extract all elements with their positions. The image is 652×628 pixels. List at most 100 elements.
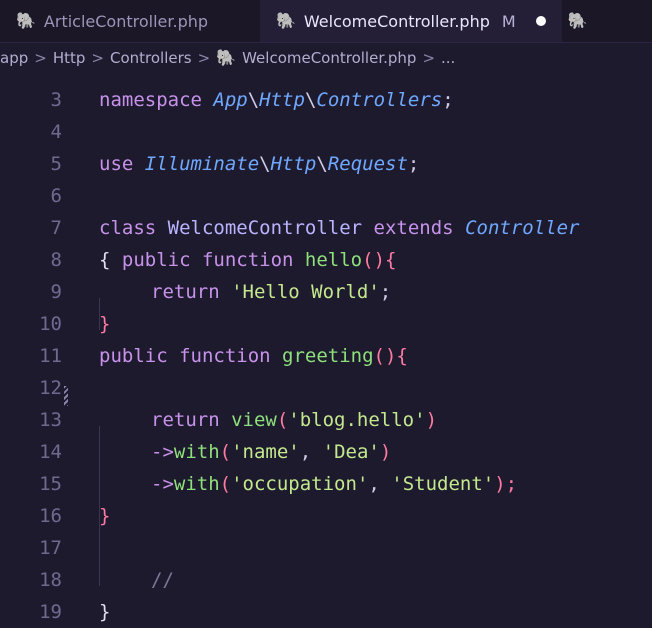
code-line[interactable]: 18 // [0,564,652,596]
code-text: } [99,313,110,335]
code-text: namespace App\Http\Controllers; [99,89,454,111]
code-token: ( [219,473,232,495]
code-token: return [151,409,232,431]
breadcrumb-http[interactable]: Http [53,49,86,67]
code-token: function [179,345,283,367]
code-line[interactable]: 3 namespace App\Http\Controllers; [0,84,652,116]
code-token: , [368,473,392,495]
code-text: public function greeting(){ [99,345,408,367]
code-line[interactable]: 19} [0,596,652,628]
code-token: hello [304,249,363,271]
breadcrumb-separator: > [422,49,436,67]
code-token: } [99,505,111,527]
code-token: 'Dea' [322,441,380,463]
code-text: // [99,569,174,591]
code-token: ) [379,441,392,463]
modified-indicator: M [501,11,516,31]
line-number: 14 [39,441,62,463]
tab-article-controller[interactable]: 🐘 ArticleController.php [0,0,260,42]
code-text: ->with('name', 'Dea') [99,441,391,463]
code-text: ->with('occupation', 'Student'); [99,473,517,495]
line-number: 9 [50,281,62,303]
code-text: class WelcomeController extends Controll… [99,217,579,239]
breadcrumb-controllers[interactable]: Controllers [110,49,192,67]
code-token: ) [425,409,438,431]
unsaved-dot-icon[interactable] [535,16,546,26]
line-number: 10 [39,313,62,335]
code-line[interactable]: 13 return view('blog.hello') [0,404,652,436]
code-token: App [213,89,248,111]
breadcrumb-symbol[interactable]: ... [441,49,455,67]
code-token: 'blog.hello' [288,409,426,431]
code-token: use [99,153,145,175]
code-text: use Illuminate\Http\Request; [99,153,419,175]
breadcrumb-separator: > [34,49,47,67]
code-line[interactable]: 11 public function greeting(){ [0,340,652,372]
line-number: 19 [39,601,62,623]
code-token: 'name' [231,441,300,463]
php-elephant-icon: 🐘 [216,48,237,67]
tab-label: WelcomeController.php [303,11,490,31]
code-editor[interactable]: 3 namespace App\Http\Controllers; 4 5 use Il… [0,74,652,627]
code-token: } [99,313,111,335]
code-line[interactable]: 10} [0,308,652,340]
php-elephant-icon: 🐘 [567,11,588,30]
tab-overflow[interactable]: 🐘 [562,0,594,42]
line-number: 3 [50,89,62,111]
breadcrumb-app[interactable]: app [0,49,28,67]
code-token: function [201,249,305,271]
line-number: 15 [39,473,62,495]
code-token: Request [327,153,408,175]
breadcrumb-file[interactable]: WelcomeController.php [242,49,416,67]
code-token: Http [259,89,305,111]
code-token: with [173,473,220,495]
code-token: // [151,569,174,591]
code-token: (){ [362,249,397,271]
code-token: 'occupation' [231,473,369,495]
code-token: greeting [282,345,374,367]
code-token: Http [270,153,317,175]
breadcrumb-separator: > [91,49,104,67]
code-token: ; [442,89,454,111]
code-line[interactable]: 6 [0,180,652,212]
code-line[interactable]: 16} [0,500,652,532]
code-token: WelcomeController [167,217,374,239]
code-token: class [99,217,168,239]
php-elephant-icon: 🐘 [16,11,36,30]
code-line[interactable]: 17 [0,532,652,564]
code-text: { public function hello(){ [99,249,396,271]
code-token: ; [407,153,420,175]
code-token: Illuminate [144,153,260,175]
code-token: Controllers [316,89,443,111]
code-token: \ [247,89,260,111]
code-line[interactable]: 14 ->with('name', 'Dea') [0,436,652,468]
line-number: 12 [39,377,62,399]
line-number: 18 [39,569,62,591]
code-line[interactable]: 9 return 'Hello World'; [0,276,652,308]
line-number: 6 [50,185,62,207]
line-number: 11 [39,345,62,367]
line-number: 17 [39,537,62,559]
code-token: with [173,441,220,463]
code-text: } [99,505,110,527]
code-token: namespace [99,89,214,111]
code-token: -> [151,441,174,463]
code-token: 'Student' [391,473,495,495]
code-token: ); [494,473,518,495]
code-line[interactable]: 12 [0,372,652,404]
code-token: \ [259,153,271,175]
code-token: ( [276,409,289,431]
line-number: 13 [39,409,62,431]
tab-welcome-controller[interactable]: 🐘 WelcomeController.php M [260,0,562,42]
line-number: 5 [50,153,62,175]
code-line[interactable]: 15 ->with('occupation', 'Student'); [0,468,652,500]
code-line[interactable]: 5 use Illuminate\Http\Request; [0,148,652,180]
code-line[interactable]: 4 [0,116,652,148]
code-token: Controller [465,217,580,239]
tab-label: ArticleController.php [43,11,209,31]
code-token: -> [151,473,174,495]
code-line[interactable]: 7 class WelcomeController extends Control… [0,212,652,244]
code-token: view [231,409,277,431]
code-line[interactable]: 8 { public function hello(){ [0,244,652,276]
breadcrumb-separator: > [197,49,211,67]
